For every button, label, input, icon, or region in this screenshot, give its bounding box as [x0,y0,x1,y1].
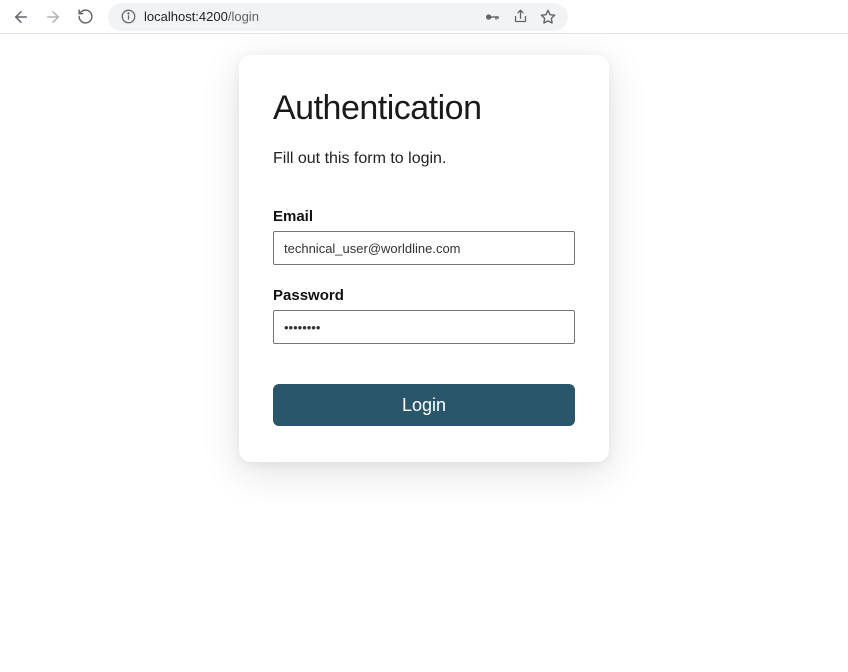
back-button[interactable] [8,4,34,30]
email-group: Email [273,208,575,265]
email-label: Email [273,208,575,225]
page-title: Authentication [273,89,575,128]
url-host: localhost:4200 [144,9,228,24]
page-subtitle: Fill out this form to login. [273,150,575,168]
forward-button[interactable] [40,4,66,30]
share-icon[interactable] [512,9,528,25]
password-group: Password [273,287,575,344]
arrow-right-icon [44,8,62,26]
login-card: Authentication Fill out this form to log… [239,55,609,462]
login-button[interactable]: Login [273,384,575,426]
password-input[interactable] [273,310,575,344]
bookmark-star-icon[interactable] [540,9,556,25]
password-label: Password [273,287,575,304]
url-text: localhost:4200/login [144,9,476,24]
reload-button[interactable] [72,4,98,30]
url-path: /login [228,9,259,24]
site-info-icon[interactable] [120,9,136,25]
address-bar[interactable]: localhost:4200/login [108,3,568,31]
page-content: Authentication Fill out this form to log… [0,34,848,672]
arrow-left-icon [12,8,30,26]
email-input[interactable] [273,231,575,265]
reload-icon [77,8,94,25]
browser-toolbar: localhost:4200/login [0,0,848,34]
key-icon[interactable] [484,9,500,25]
